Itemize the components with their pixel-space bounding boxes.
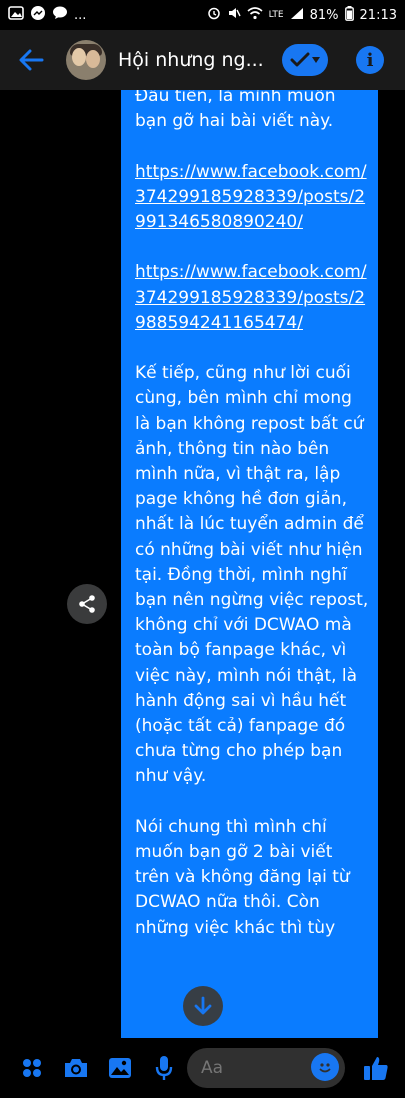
network-label: LTE bbox=[268, 10, 284, 20]
messenger-icon bbox=[30, 5, 46, 25]
message-bubble[interactable]: Đầu tiên, là mình muốn bạn gỡ hai bài vi… bbox=[121, 90, 378, 1038]
wifi-icon bbox=[247, 6, 263, 24]
share-icon bbox=[79, 595, 95, 613]
status-toggle-button[interactable] bbox=[282, 44, 328, 76]
message-list[interactable]: Đầu tiên, là mình muốn bạn gỡ hai bài vi… bbox=[0, 90, 405, 1038]
microphone-icon bbox=[155, 1056, 173, 1080]
info-button[interactable]: i bbox=[356, 46, 384, 74]
camera-icon bbox=[65, 1059, 87, 1077]
like-icon bbox=[364, 1057, 388, 1080]
arrow-down-icon bbox=[194, 996, 212, 1015]
signal-icon bbox=[290, 7, 304, 24]
gallery-icon bbox=[8, 6, 24, 24]
like-button[interactable] bbox=[360, 1052, 392, 1084]
emoji-button[interactable] bbox=[311, 1053, 339, 1081]
status-bar: ... LTE 81% 21:13 bbox=[0, 0, 405, 30]
voice-button[interactable] bbox=[142, 1046, 186, 1090]
camera-button[interactable] bbox=[54, 1046, 98, 1090]
status-time: 21:13 bbox=[359, 7, 397, 23]
conversation-title[interactable]: Hội nhưng ng... bbox=[118, 49, 278, 71]
more-indicator: ... bbox=[74, 7, 87, 23]
menu-dots-icon bbox=[23, 1059, 41, 1077]
message-link[interactable]: https://www.facebook.com/374299185928339… bbox=[135, 160, 370, 236]
menu-button[interactable] bbox=[10, 1046, 54, 1090]
battery-percent: 81% bbox=[309, 7, 339, 23]
chat-icon bbox=[52, 6, 68, 24]
gallery-button[interactable] bbox=[98, 1046, 142, 1090]
image-icon bbox=[109, 1058, 131, 1078]
message-paragraph: Nói chung thì mình chỉ muốn bạn gỡ 2 bài… bbox=[135, 816, 350, 938]
conversation-header: Hội nhưng ng... i bbox=[0, 30, 405, 90]
scroll-to-bottom-button[interactable] bbox=[183, 986, 223, 1026]
message-paragraph: Kế tiếp, cũng như lời cuối cùng, bên mìn… bbox=[135, 363, 369, 787]
back-button[interactable] bbox=[8, 30, 54, 90]
back-arrow-icon bbox=[19, 49, 44, 71]
message-link[interactable]: https://www.facebook.com/374299185928339… bbox=[135, 260, 370, 336]
mute-icon bbox=[227, 6, 241, 24]
battery-icon bbox=[344, 5, 354, 25]
message-text: Đầu tiên, là mình muốn bạn gỡ hai bài vi… bbox=[135, 90, 370, 966]
avatar[interactable] bbox=[66, 40, 106, 80]
alarm-icon bbox=[207, 6, 221, 24]
chevron-down-icon bbox=[312, 57, 320, 63]
check-icon bbox=[290, 52, 310, 67]
emoji-icon bbox=[319, 1063, 331, 1073]
share-button[interactable] bbox=[67, 584, 107, 624]
message-paragraph: Đầu tiên, là mình muốn bạn gỡ hai bài vi… bbox=[135, 90, 336, 132]
message-composer bbox=[0, 1038, 405, 1098]
info-icon: i bbox=[366, 49, 374, 71]
